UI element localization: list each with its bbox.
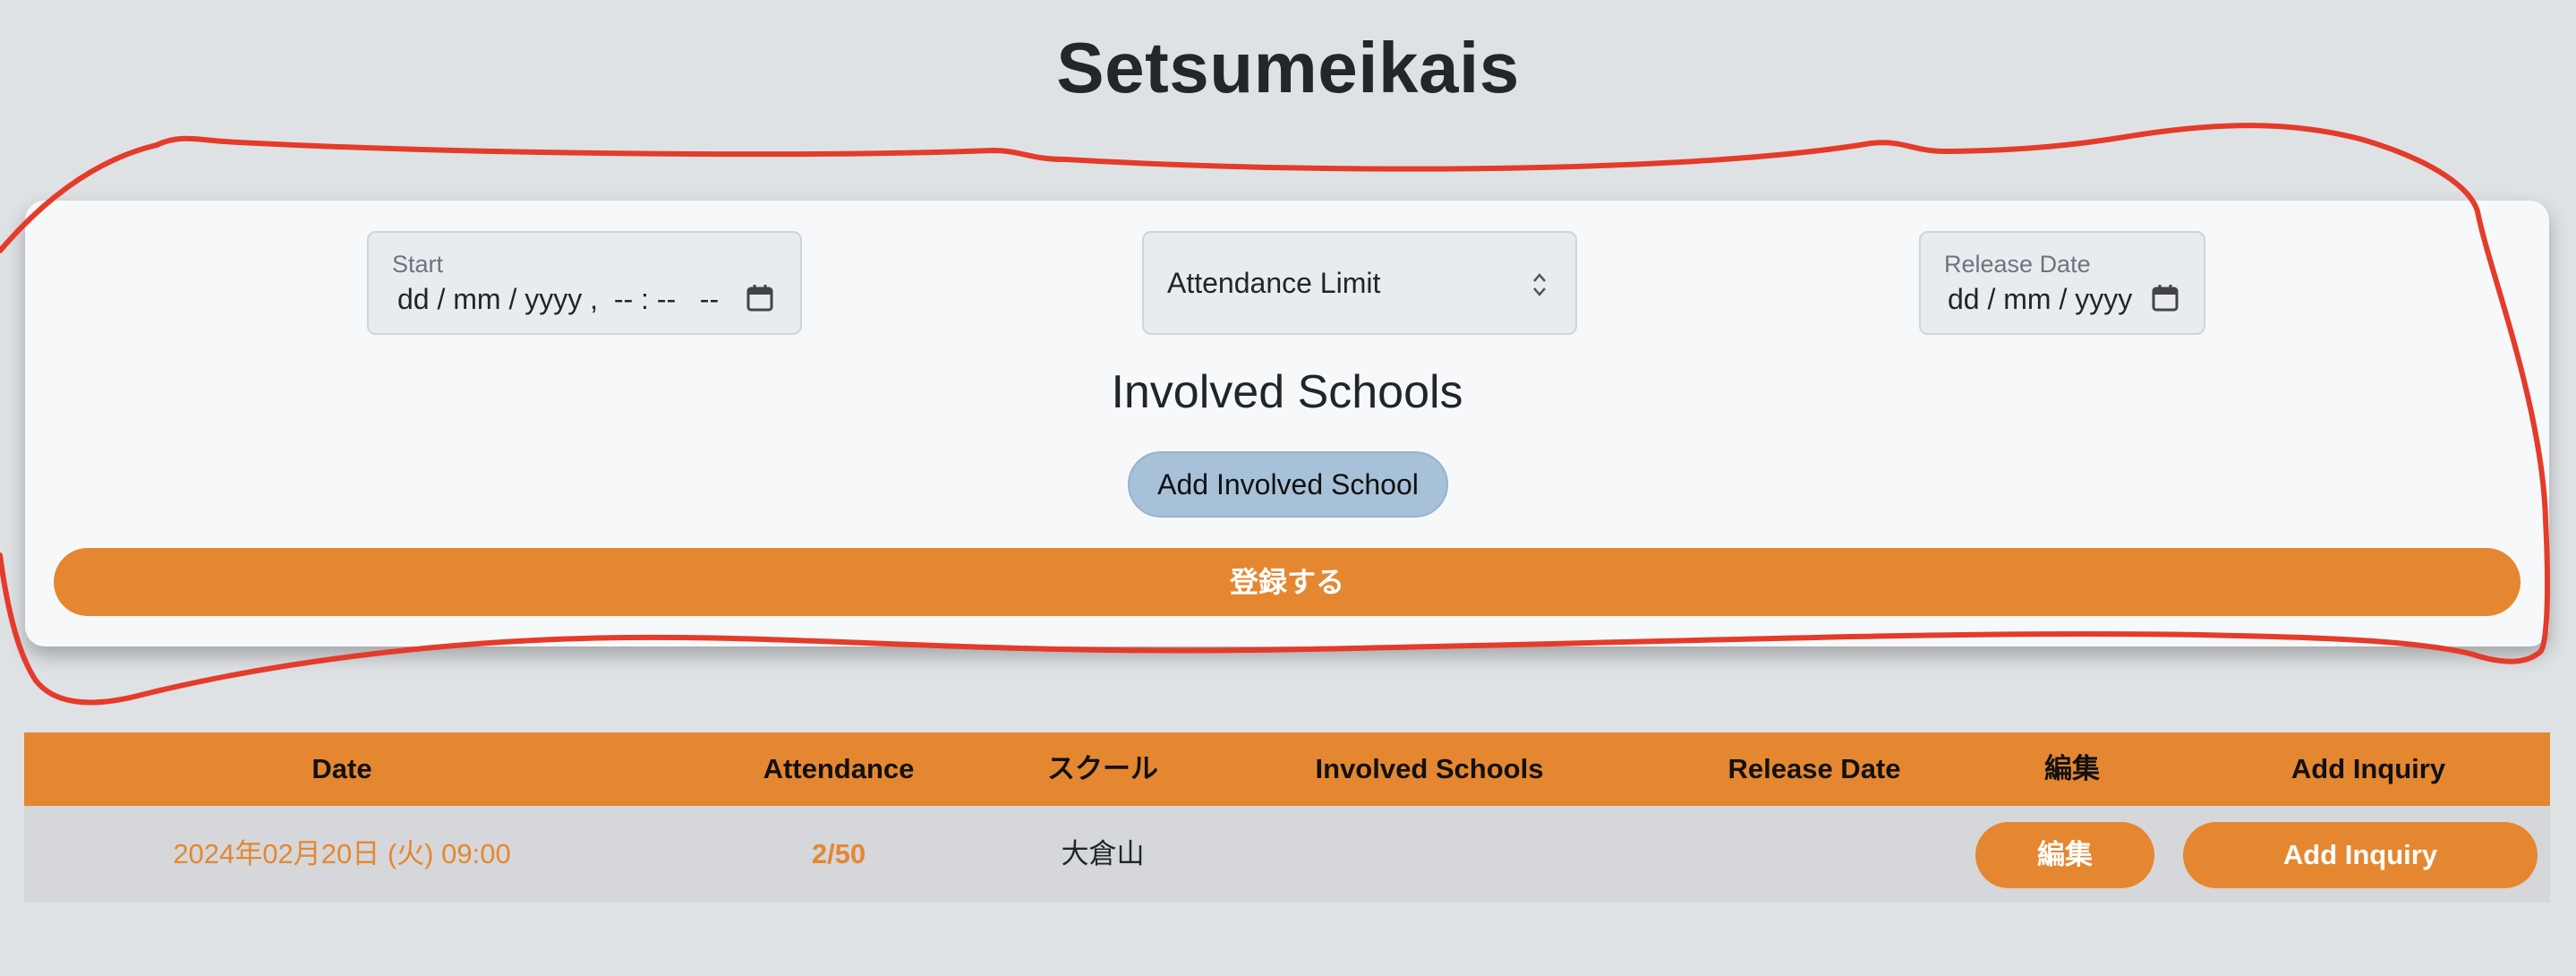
release-date-field[interactable]: Release Date dd / mm / yyyy: [1919, 231, 2205, 335]
row-release-date: [1671, 806, 1958, 903]
setsumeikai-table: Date Attendance スクール Involved Schools Re…: [24, 732, 2550, 903]
calendar-icon[interactable]: [745, 283, 775, 313]
header-edit: 編集: [2044, 753, 2100, 784]
involved-schools-heading: Involved Schools: [1111, 366, 1463, 418]
header-attendance: Attendance: [763, 753, 915, 784]
row-date: 2024年02月20日 (火) 09:00: [173, 838, 511, 869]
table-header: Date Attendance スクール Involved Schools Re…: [24, 732, 2550, 806]
edit-button[interactable]: 編集: [1975, 822, 2154, 888]
start-label: Start: [392, 251, 444, 278]
start-datetime-input[interactable]: dd / mm / yyyy , -- : -- --: [397, 283, 719, 316]
table-row: 2024年02月20日 (火) 09:00 2/50 大倉山 編集 Add In…: [24, 806, 2550, 903]
header-date: Date: [311, 753, 372, 784]
attendance-limit-placeholder: Attendance Limit: [1167, 267, 1381, 299]
select-arrows-icon: [1533, 273, 1546, 296]
start-datetime-field[interactable]: Start dd / mm / yyyy , -- : -- --: [367, 231, 802, 335]
row-school: 大倉山: [1061, 838, 1145, 869]
add-inquiry-button[interactable]: Add Inquiry: [2183, 822, 2538, 888]
release-date-label: Release Date: [1944, 251, 2091, 278]
calendar-icon[interactable]: [2150, 283, 2180, 313]
page-title: Setsumeikais: [1056, 28, 1520, 107]
submit-button[interactable]: 登録する: [54, 548, 2521, 616]
add-involved-school-button[interactable]: Add Involved School: [1128, 451, 1448, 518]
release-date-input[interactable]: dd / mm / yyyy: [1948, 283, 2132, 316]
header-add-inquiry: Add Inquiry: [2290, 753, 2446, 784]
row-attendance: 2/50: [811, 838, 866, 869]
row-involved-schools: [1188, 806, 1671, 903]
create-setsumeikai-form: Start dd / mm / yyyy , -- : -- -- Attend…: [25, 201, 2549, 646]
attendance-limit-select[interactable]: Attendance Limit: [1142, 231, 1577, 335]
header-involved-schools: Involved Schools: [1315, 753, 1544, 784]
header-release-date: Release Date: [1727, 753, 1901, 784]
header-school: スクール: [1047, 753, 1158, 784]
